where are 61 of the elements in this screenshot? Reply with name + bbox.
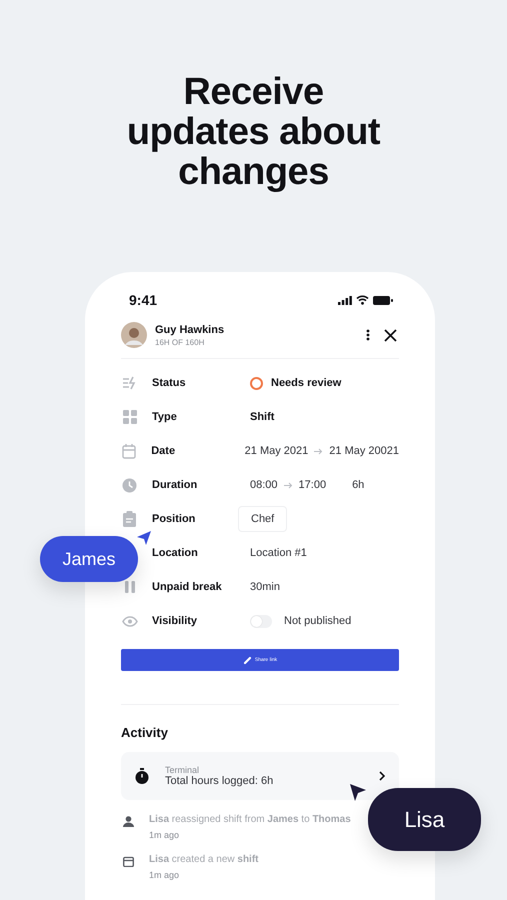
- pointer-icon: [137, 531, 151, 545]
- headline: updates about: [126, 112, 380, 152]
- link-icon: [242, 656, 252, 664]
- close-button[interactable]: [382, 326, 399, 344]
- arrow-icon: [284, 482, 293, 488]
- field-value: Needs review: [271, 377, 342, 389]
- activity-entry: Lisa created a new shift: [149, 854, 258, 865]
- activity-summary: Total hours logged: 6h: [165, 775, 274, 787]
- field-value: Shift: [250, 411, 274, 423]
- visibility-toggle[interactable]: [250, 614, 272, 628]
- user-cursor-label: James: [40, 536, 138, 582]
- pause-icon: [124, 581, 134, 593]
- stopwatch-icon: [135, 768, 149, 784]
- clipboard-icon: [123, 511, 136, 527]
- chevron-icon: [379, 771, 385, 781]
- status-icon: [122, 376, 138, 390]
- field-label: Location: [152, 547, 199, 559]
- field-label: Type: [152, 411, 178, 423]
- section-title: Activity: [121, 725, 169, 740]
- headline: changes: [178, 152, 329, 192]
- activity-source: Terminal: [165, 765, 200, 775]
- more-button[interactable]: [364, 327, 372, 343]
- calendar-icon: [122, 856, 134, 867]
- field-value: 21 May 20021: [329, 445, 399, 457]
- status-time: 9:41: [129, 292, 158, 308]
- entry-time: 1m ago: [149, 870, 180, 880]
- entry-time: 1m ago: [149, 830, 180, 840]
- battery-icon: [373, 296, 393, 304]
- user-name: Guy Hawkins: [155, 324, 226, 336]
- pointer-icon: [350, 784, 366, 801]
- eye-icon: [122, 616, 138, 626]
- field-label: Visibility: [152, 615, 198, 627]
- field-value: 30min: [250, 581, 280, 593]
- calendar-icon: [122, 444, 136, 458]
- field-label: Status: [152, 377, 187, 389]
- field-value: 21 May 2021: [244, 445, 308, 457]
- user-cursor-label: Lisa: [368, 788, 481, 851]
- signal-icon: [338, 296, 352, 304]
- more-icon: [366, 329, 370, 341]
- field-label: Unpaid break: [152, 581, 223, 593]
- wifi-icon: [356, 295, 369, 305]
- field-value: 17:00: [298, 479, 326, 491]
- field-label: Duration: [152, 479, 198, 491]
- field-label: Date: [151, 445, 176, 457]
- activity-entry: Lisa reassigned shift from James to Thomas: [149, 814, 351, 825]
- close-icon: [384, 328, 397, 342]
- field-value: 08:00: [250, 479, 278, 491]
- field-value: Location #1: [250, 547, 307, 559]
- arrow-icon: [314, 448, 324, 454]
- field-value: 6h: [352, 479, 364, 491]
- headline: Receive: [183, 72, 324, 112]
- person-icon: [122, 816, 134, 827]
- activity-card[interactable]: Terminal Total hours logged: 6h: [121, 752, 399, 800]
- status-ring-icon: [250, 376, 263, 390]
- field-label: Position: [152, 513, 196, 525]
- position-chip[interactable]: Chef: [238, 506, 288, 532]
- grid-icon: [122, 410, 136, 424]
- field-value: Not published: [284, 615, 352, 627]
- avatar: [121, 322, 147, 348]
- clock-icon: [122, 478, 137, 492]
- hours-summary: 16H OF 160H: [155, 338, 206, 346]
